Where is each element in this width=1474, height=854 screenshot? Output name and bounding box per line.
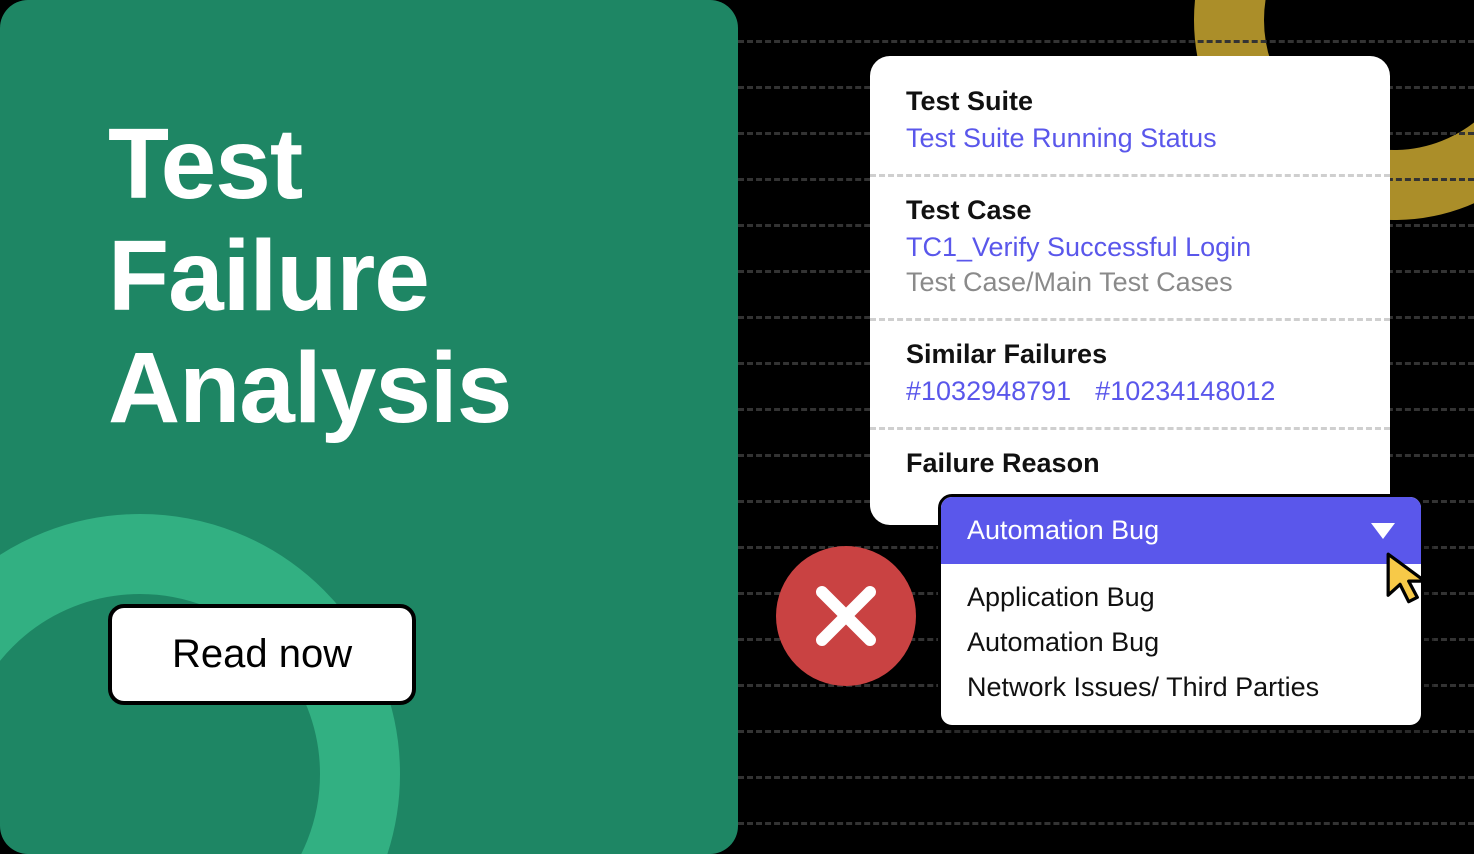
headline-line-2: Failure <box>108 220 511 332</box>
headline-line-3: Analysis <box>108 332 511 444</box>
x-icon <box>810 580 882 652</box>
failure-reason-dropdown[interactable]: Automation Bug Application Bug Automatio… <box>938 494 1424 728</box>
test-suite-section: Test Suite Test Suite Running Status <box>870 82 1390 174</box>
read-now-button[interactable]: Read now <box>108 604 416 705</box>
decorative-dashed-line <box>738 40 1474 43</box>
dropdown-options-list: Application Bug Automation Bug Network I… <box>941 564 1421 725</box>
failure-reason-section: Failure Reason <box>870 430 1390 489</box>
test-case-value[interactable]: TC1_Verify Successful Login <box>906 232 1354 263</box>
test-case-section: Test Case TC1_Verify Successful Login Te… <box>870 177 1390 318</box>
error-badge <box>776 546 916 686</box>
chevron-down-icon <box>1371 523 1395 539</box>
dropdown-selected[interactable]: Automation Bug <box>941 497 1421 564</box>
similar-failure-link[interactable]: #10234148012 <box>1095 376 1275 407</box>
similar-failures-label: Similar Failures <box>906 339 1354 370</box>
dropdown-option[interactable]: Application Bug <box>967 582 1395 613</box>
dropdown-option[interactable]: Network Issues/ Third Parties <box>967 672 1395 703</box>
headline-line-1: Test <box>108 108 511 220</box>
failure-details-card: Test Suite Test Suite Running Status Tes… <box>870 56 1390 525</box>
decorative-dashed-line <box>738 730 1474 733</box>
dropdown-selected-label: Automation Bug <box>967 515 1159 546</box>
dropdown-option[interactable]: Automation Bug <box>967 627 1395 658</box>
test-case-label: Test Case <box>906 195 1354 226</box>
pointer-cursor-icon <box>1386 552 1440 606</box>
test-suite-value[interactable]: Test Suite Running Status <box>906 123 1354 154</box>
similar-failures-section: Similar Failures #1032948791 #1023414801… <box>870 321 1390 427</box>
test-suite-label: Test Suite <box>906 86 1354 117</box>
decorative-dashed-line <box>738 776 1474 779</box>
similar-failures-links: #1032948791 #10234148012 <box>906 376 1354 407</box>
failure-reason-label: Failure Reason <box>906 448 1354 479</box>
hero-panel: Test Failure Analysis Read now <box>0 0 738 854</box>
similar-failure-link[interactable]: #1032948791 <box>906 376 1071 407</box>
decorative-dashed-line <box>738 822 1474 825</box>
hero-headline: Test Failure Analysis <box>108 108 511 444</box>
test-case-path: Test Case/Main Test Cases <box>906 267 1354 298</box>
